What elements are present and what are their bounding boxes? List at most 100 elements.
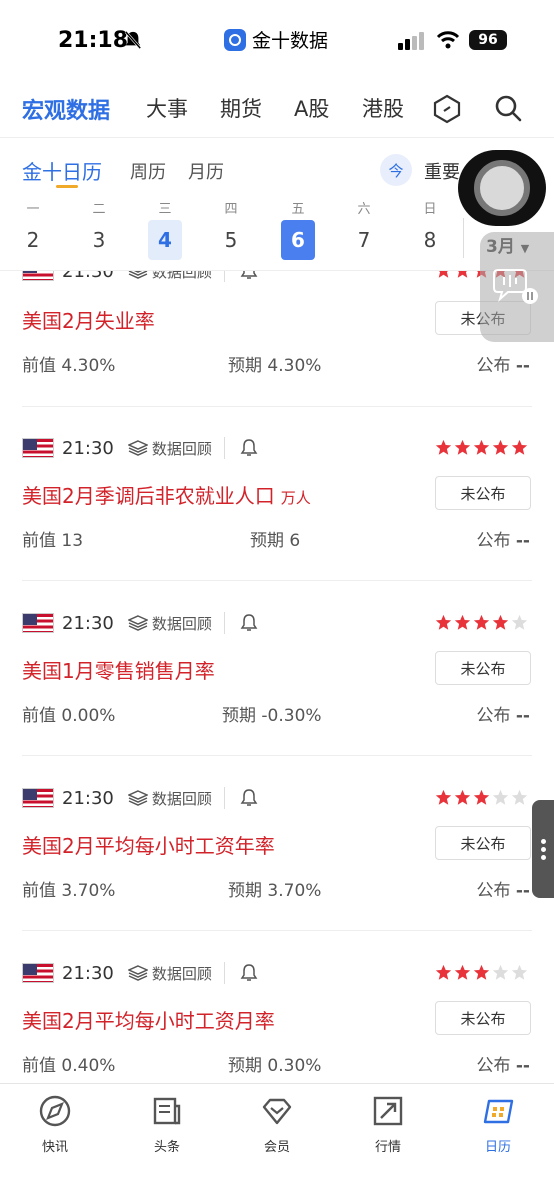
mute-bell-icon xyxy=(124,31,142,49)
data-review-link[interactable]: 数据回顾 xyxy=(152,788,212,809)
tab-flash-news[interactable]: 快讯 xyxy=(15,1094,95,1155)
star-empty-icon xyxy=(492,964,509,980)
expected-value: 预期 -0.30% xyxy=(222,701,322,726)
voice-pause-icon xyxy=(493,269,538,304)
weekday-label: 一 xyxy=(26,202,40,217)
event-title-text: 美国2月平均每小时工资月率 xyxy=(22,1009,275,1033)
headline-icon xyxy=(153,1097,181,1125)
tab-vip[interactable]: 会员 xyxy=(237,1094,317,1155)
tab-calendar[interactable]: 日历 xyxy=(458,1094,538,1155)
day-wednesday[interactable]: 三 4 xyxy=(148,198,182,260)
weekday-label: 五 xyxy=(291,202,305,217)
tab-macro-data[interactable]: 宏观数据 xyxy=(22,93,110,125)
important-filter[interactable]: 重要 xyxy=(424,158,460,184)
wifi-icon xyxy=(436,31,460,49)
previous-number: 13 xyxy=(61,531,84,551)
day-monday[interactable]: 一 2 xyxy=(16,198,50,260)
event-item[interactable]: 21:30 数据回顾 美国2月平均每小时工资月率 未公布 前值 0.40% 预期… xyxy=(0,949,554,1082)
subtab-monthly[interactable]: 月历 xyxy=(188,158,224,184)
event-list[interactable]: 21:30 数据回顾 美国2月失业率 未公布 前值 4.30% 预期 4.30%… xyxy=(0,270,554,1082)
star-filled-icon xyxy=(454,789,471,805)
published-label: 公布 xyxy=(476,706,511,726)
reminder-bell-icon[interactable] xyxy=(239,613,259,633)
subtab-weekly[interactable]: 周历 xyxy=(130,158,166,184)
published-number: -- xyxy=(515,531,530,551)
unpublished-button[interactable]: 未公布 xyxy=(435,826,531,860)
day-sunday[interactable]: 日 8 xyxy=(413,198,447,260)
subtab-jin10-calendar[interactable]: 金十日历 xyxy=(22,156,102,185)
search-icon[interactable] xyxy=(494,94,522,122)
day-saturday[interactable]: 六 7 xyxy=(347,198,381,260)
event-time: 21:30 xyxy=(62,437,114,459)
side-drawer-handle[interactable] xyxy=(532,800,554,898)
data-review-link[interactable]: 数据回顾 xyxy=(152,438,212,459)
previous-number: 0.00% xyxy=(61,706,116,726)
event-item[interactable]: 21:30 数据回顾 美国2月平均每小时工资年率 未公布 前值 3.70% 预期… xyxy=(0,774,554,949)
expected-number: 0.30% xyxy=(267,1056,322,1076)
star-filled-icon xyxy=(435,964,452,980)
day-tuesday[interactable]: 二 3 xyxy=(82,198,116,260)
calendar-icon xyxy=(483,1099,514,1124)
meta-divider xyxy=(223,787,225,809)
reminder-bell-icon[interactable] xyxy=(239,963,259,983)
event-values: 前值 3.70% 预期 3.70% 公布 -- xyxy=(22,876,532,902)
event-title[interactable]: 美国2月平均每小时工资年率 xyxy=(22,830,281,859)
event-time: 21:30 xyxy=(62,962,114,984)
previous-value: 前值 3.70% xyxy=(22,876,115,901)
hexagon-settings-icon[interactable] xyxy=(432,94,462,124)
reminder-bell-icon[interactable] xyxy=(239,270,259,281)
meta-divider xyxy=(223,437,225,459)
star-filled-icon xyxy=(492,614,509,630)
data-review-link[interactable]: 数据回顾 xyxy=(152,271,212,282)
event-values: 前值 0.00% 预期 -0.30% 公布 -- xyxy=(22,701,532,727)
app-logo-icon xyxy=(224,28,246,51)
event-title[interactable]: 美国2月失业率 xyxy=(22,305,161,334)
reminder-bell-icon[interactable] xyxy=(239,438,259,458)
importance-stars xyxy=(435,614,528,631)
published-label: 公布 xyxy=(476,356,511,376)
tab-hk-stocks[interactable]: 港股 xyxy=(362,93,404,123)
day-friday[interactable]: 五 6 xyxy=(281,198,315,260)
assistive-touch-button[interactable] xyxy=(458,150,546,226)
tab-market[interactable]: 行情 xyxy=(348,1094,428,1155)
event-meta: 21:30 数据回顾 xyxy=(22,270,259,283)
unpublished-button[interactable]: 未公布 xyxy=(435,476,531,510)
layers-icon xyxy=(127,615,148,631)
us-flag-icon xyxy=(22,963,54,983)
tab-headlines[interactable]: 头条 xyxy=(127,1094,207,1155)
us-flag-icon xyxy=(22,613,54,633)
event-title[interactable]: 美国2月季调后非农就业人口 万人 xyxy=(22,480,311,509)
event-item[interactable]: 21:30 数据回顾 美国2月失业率 未公布 前值 4.30% 预期 4.30%… xyxy=(0,270,554,424)
event-item[interactable]: 21:30 数据回顾 美国2月季调后非农就业人口 万人 未公布 前值 13 预期 … xyxy=(0,424,554,599)
event-item[interactable]: 21:30 数据回顾 美国1月零售销售月率 未公布 前值 0.00% 预期 -0… xyxy=(0,599,554,774)
event-title[interactable]: 美国2月平均每小时工资月率 xyxy=(22,1005,281,1034)
event-separator xyxy=(22,930,532,931)
unpublished-button[interactable]: 未公布 xyxy=(435,1001,531,1035)
previous-number: 0.40% xyxy=(61,1056,116,1076)
expected-number: 4.30% xyxy=(267,356,322,376)
expected-value: 预期 0.30% xyxy=(228,1051,321,1076)
tab-a-shares[interactable]: A股 xyxy=(294,93,329,123)
previous-label: 前值 xyxy=(22,1056,56,1076)
published-number: -- xyxy=(515,881,530,901)
tab-futures[interactable]: 期货 xyxy=(220,93,262,123)
unpublished-button[interactable]: 未公布 xyxy=(435,651,531,685)
date-number-selected: 6 xyxy=(281,220,315,260)
date-number: 3 xyxy=(92,228,106,252)
expected-label: 预期 xyxy=(250,531,284,551)
previous-value: 前值 0.40% xyxy=(22,1051,115,1076)
data-review-link[interactable]: 数据回顾 xyxy=(152,963,212,984)
voice-broadcast-panel[interactable] xyxy=(480,232,554,342)
reminder-bell-icon[interactable] xyxy=(239,788,259,808)
expected-value: 预期 6 xyxy=(250,526,300,551)
event-title[interactable]: 美国1月零售销售月率 xyxy=(22,655,221,684)
meta-divider xyxy=(223,271,225,282)
today-button[interactable]: 今 xyxy=(380,154,412,186)
day-thursday[interactable]: 四 5 xyxy=(214,198,248,260)
data-review-link[interactable]: 数据回顾 xyxy=(152,613,212,634)
battery-indicator: 96 xyxy=(469,30,507,50)
status-bar: 21:18 金十数据 96 xyxy=(0,0,554,80)
tab-events[interactable]: 大事 xyxy=(146,93,188,123)
published-value: 公布 -- xyxy=(476,351,530,376)
week-divider xyxy=(463,218,464,258)
